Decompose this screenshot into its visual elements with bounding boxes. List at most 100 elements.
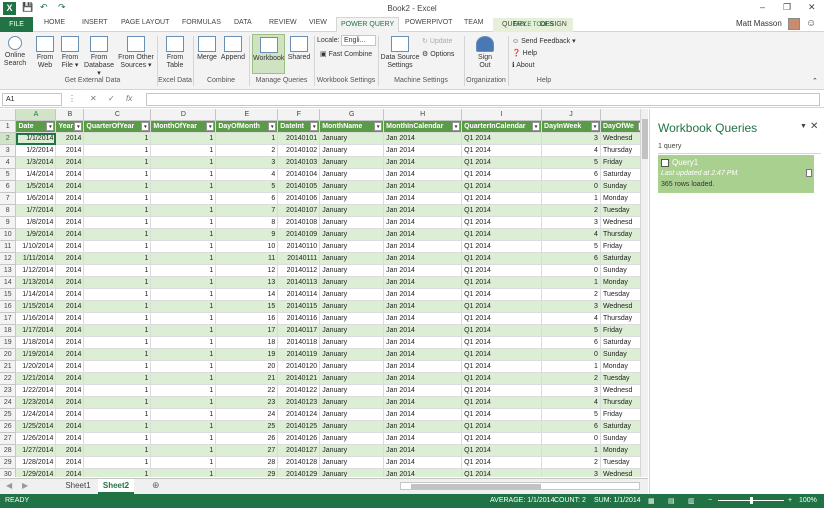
table-cell[interactable]: 1/28/2014 — [15, 456, 57, 469]
table-cell[interactable]: Jan 2014 — [383, 432, 463, 445]
table-cell[interactable]: 2 — [541, 456, 601, 469]
table-cell[interactable]: 1/21/2014 — [15, 372, 57, 385]
table-cell[interactable]: 2 — [541, 204, 601, 217]
table-cell[interactable]: Q1 2014 — [461, 336, 543, 349]
sheet-tab-sheet2[interactable]: Sheet2 — [98, 479, 134, 494]
table-cell[interactable]: January — [319, 228, 385, 241]
table-cell[interactable]: 1/13/2014 — [15, 276, 57, 289]
table-cell[interactable]: Jan 2014 — [383, 396, 463, 409]
table-cell[interactable]: 20140108 — [277, 216, 321, 229]
table-cell[interactable]: 1/12/2014 — [15, 264, 57, 277]
table-column-header[interactable]: Date ▾ — [15, 120, 57, 133]
table-cell[interactable]: Jan 2014 — [383, 312, 463, 325]
table-cell[interactable]: 1 — [150, 384, 217, 397]
table-cell[interactable]: Q1 2014 — [461, 204, 543, 217]
table-cell[interactable]: Q1 2014 — [461, 288, 543, 301]
table-cell[interactable]: Jan 2014 — [383, 408, 463, 421]
from-web-button[interactable]: From Web — [33, 36, 57, 70]
cancel-icon[interactable]: ✕ — [90, 94, 97, 103]
prev-sheet-icon[interactable]: ◀ — [6, 481, 12, 490]
smiley-feedback-icon[interactable]: ☺ — [806, 18, 816, 29]
table-cell[interactable]: 1 — [83, 252, 152, 265]
filter-dropdown-icon[interactable]: ▾ — [268, 122, 277, 131]
column-header[interactable]: E — [215, 109, 279, 121]
table-cell[interactable]: 9 — [215, 228, 279, 241]
table-cell[interactable]: Q1 2014 — [461, 468, 543, 477]
table-cell[interactable]: Jan 2014 — [383, 132, 463, 145]
table-cell[interactable]: 2014 — [55, 132, 85, 145]
table-cell[interactable]: 2014 — [55, 288, 85, 301]
table-cell[interactable]: 17 — [215, 324, 279, 337]
from-table-button[interactable]: From Table — [161, 36, 189, 70]
table-cell[interactable]: Q1 2014 — [461, 312, 543, 325]
name-box[interactable]: A1 — [2, 93, 62, 106]
tab-power-query[interactable]: POWER QUERY — [336, 17, 400, 32]
table-cell[interactable]: 26 — [215, 432, 279, 445]
table-cell[interactable]: 20140102 — [277, 144, 321, 157]
table-column-header[interactable]: MonthOfYear ▾ — [150, 120, 217, 133]
table-cell[interactable]: 1/18/2014 — [15, 336, 57, 349]
tab-data[interactable]: DATA — [234, 19, 252, 26]
add-sheet-icon[interactable]: ⊕ — [152, 480, 160, 491]
table-cell[interactable]: 3 — [215, 156, 279, 169]
table-cell[interactable]: 5 — [541, 240, 601, 253]
enter-icon[interactable]: ✓ — [108, 94, 115, 103]
table-cell[interactable]: 20140107 — [277, 204, 321, 217]
table-cell[interactable]: 20140106 — [277, 192, 321, 205]
table-cell[interactable]: January — [319, 312, 385, 325]
row-number[interactable]: 27 — [0, 432, 17, 445]
tab-home[interactable]: HOME — [44, 19, 65, 26]
row-number[interactable]: 7 — [0, 192, 17, 205]
table-cell[interactable]: 1 — [83, 348, 152, 361]
table-cell[interactable]: Q1 2014 — [461, 324, 543, 337]
table-cell[interactable]: Jan 2014 — [383, 180, 463, 193]
table-cell[interactable]: Jan 2014 — [383, 456, 463, 469]
table-cell[interactable]: 1 — [541, 276, 601, 289]
table-cell[interactable]: 11 — [215, 252, 279, 265]
table-cell[interactable]: 2014 — [55, 372, 85, 385]
table-cell[interactable]: 1 — [83, 324, 152, 337]
table-cell[interactable]: 2014 — [55, 324, 85, 337]
table-cell[interactable]: 13 — [215, 276, 279, 289]
table-cell[interactable]: 0 — [541, 180, 601, 193]
table-cell[interactable]: 1 — [150, 216, 217, 229]
table-column-header[interactable]: QuarterOfYear ▾ — [83, 120, 152, 133]
tab-powerpivot[interactable]: POWERPIVOT — [405, 19, 452, 26]
table-cell[interactable]: 2014 — [55, 396, 85, 409]
table-cell[interactable]: Jan 2014 — [383, 420, 463, 433]
filter-dropdown-icon[interactable]: ▾ — [206, 122, 215, 131]
select-all-corner[interactable] — [0, 109, 17, 121]
table-cell[interactable]: Q1 2014 — [461, 264, 543, 277]
sign-out-button[interactable]: Sign Out — [472, 36, 498, 70]
table-cell[interactable]: January — [319, 216, 385, 229]
table-cell[interactable]: 2014 — [55, 336, 85, 349]
table-cell[interactable]: January — [319, 324, 385, 337]
table-cell[interactable]: 20140115 — [277, 300, 321, 313]
table-cell[interactable]: Q1 2014 — [461, 300, 543, 313]
table-cell[interactable]: January — [319, 132, 385, 145]
table-cell[interactable]: Q1 2014 — [461, 444, 543, 457]
table-cell[interactable]: Jan 2014 — [383, 252, 463, 265]
table-cell[interactable]: January — [319, 360, 385, 373]
table-column-header[interactable]: Year ▾ — [55, 120, 85, 133]
table-cell[interactable]: 2014 — [55, 276, 85, 289]
table-cell[interactable]: Jan 2014 — [383, 300, 463, 313]
row-number[interactable]: 13 — [0, 264, 17, 277]
hscroll-thumb[interactable] — [411, 484, 541, 489]
table-cell[interactable]: 2014 — [55, 180, 85, 193]
table-cell[interactable]: 7 — [215, 204, 279, 217]
table-cell[interactable]: Jan 2014 — [383, 204, 463, 217]
table-cell[interactable]: 2 — [215, 144, 279, 157]
table-cell[interactable]: Q1 2014 — [461, 408, 543, 421]
table-cell[interactable]: 20140125 — [277, 420, 321, 433]
table-cell[interactable]: 2 — [541, 288, 601, 301]
table-cell[interactable]: 1 — [541, 192, 601, 205]
table-cell[interactable]: 19 — [215, 348, 279, 361]
column-header[interactable]: D — [150, 109, 217, 121]
row-number[interactable]: 3 — [0, 144, 17, 157]
table-cell[interactable]: January — [319, 252, 385, 265]
table-cell[interactable]: 3 — [541, 468, 601, 477]
filter-dropdown-icon[interactable]: ▾ — [590, 122, 599, 131]
table-cell[interactable]: 1 — [150, 180, 217, 193]
online-search-button[interactable]: Online Search — [2, 36, 28, 68]
